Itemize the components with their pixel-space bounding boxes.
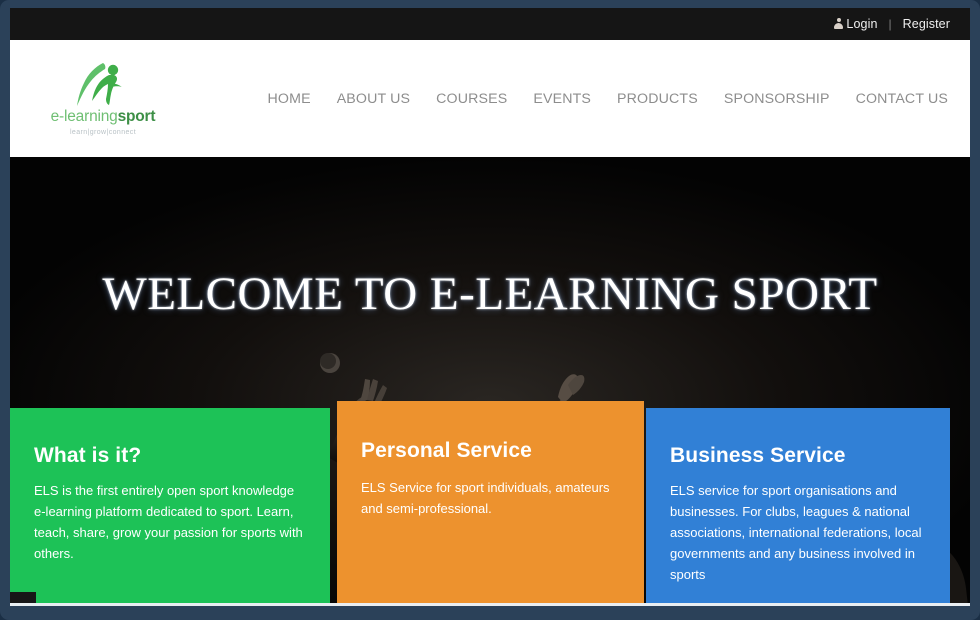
site-logo[interactable]: e-learningsport learn|grow|connect (28, 61, 178, 136)
top-utility-bar: Login | Register (10, 8, 970, 40)
user-icon (834, 18, 844, 30)
panel-personal-service[interactable]: Personal Service ELS Service for sport i… (337, 401, 644, 606)
logo-wordmark-part1: e-learning (50, 108, 118, 125)
topbar-separator: | (888, 17, 892, 31)
login-link[interactable]: Login (834, 17, 877, 31)
panel-what-is-it-body: ELS is the first entirely open sport kno… (34, 483, 303, 561)
panel-what-is-it[interactable]: What is it? ELS is the first entirely op… (10, 408, 330, 606)
nav-item-home[interactable]: HOME (268, 91, 311, 107)
panel-personal-service-title: Personal Service (361, 439, 532, 462)
register-link[interactable]: Register (903, 17, 950, 31)
nav-item-contact-us[interactable]: CONTACT US (856, 91, 948, 107)
site-header: e-learningsport learn|grow|connect HOME … (10, 40, 970, 157)
hero-title: WELCOME TO E-LEARNING SPORT (102, 268, 878, 320)
page-bottom-scroll-strip[interactable] (10, 603, 970, 606)
page-viewport: Login | Register e-learningsport learn|g… (10, 8, 970, 606)
nav-item-events[interactable]: EVENTS (533, 91, 591, 107)
logo-wordmark: e-learningsport (51, 108, 156, 126)
browser-frame: Login | Register e-learningsport learn|g… (0, 0, 980, 620)
panel-business-service-title: Business Service (670, 444, 846, 467)
nav-item-products[interactable]: PRODUCTS (617, 91, 698, 107)
panel-personal-service-body: ELS Service for sport individuals, amate… (361, 480, 610, 516)
login-label: Login (846, 17, 878, 31)
panel-business-service-body: ELS service for sport organisations and … (670, 483, 922, 582)
hero-section: WELCOME TO E-LEARNING SPORT What is it? … (10, 157, 970, 606)
nav-item-about-us[interactable]: ABOUT US (337, 91, 410, 107)
nav-item-sponsorship[interactable]: SPONSORSHIP (724, 91, 830, 107)
logo-wordmark-part2: sport (117, 108, 156, 125)
nav-item-courses[interactable]: COURSES (436, 91, 507, 107)
panel-business-service[interactable]: Business Service ELS service for sport o… (646, 408, 950, 606)
panel-what-is-it-title: What is it? (34, 444, 142, 467)
running-figure-logo-icon (77, 63, 122, 106)
logo-tagline: learn|grow|connect (69, 129, 137, 136)
service-panels: What is it? ELS is the first entirely op… (10, 394, 970, 606)
main-navigation: HOME ABOUT US COURSES EVENTS PRODUCTS SP… (268, 91, 948, 107)
